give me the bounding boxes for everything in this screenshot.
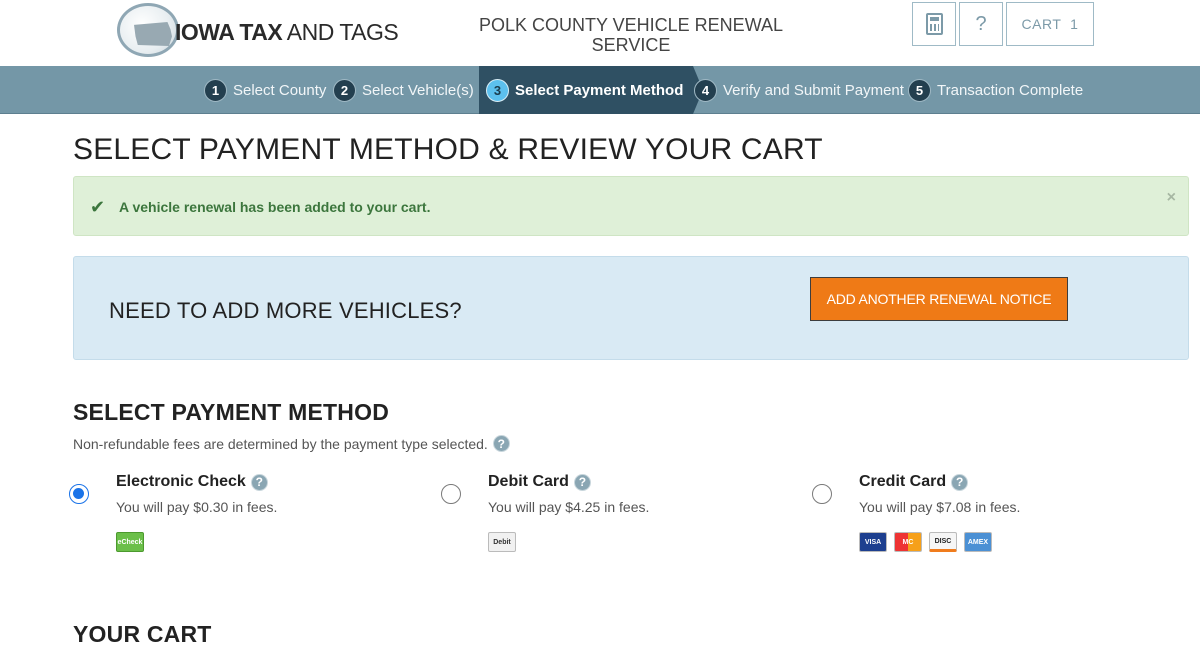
option-logos: Debit <box>488 532 516 552</box>
add-renewal-notice-button[interactable]: ADD ANOTHER RENEWAL NOTICE <box>810 277 1068 321</box>
mastercard-logo-icon: MC <box>894 532 922 552</box>
step-number: 5 <box>908 78 931 102</box>
help-icon: ? <box>975 12 987 35</box>
checkmark-icon: ✔ <box>90 197 106 217</box>
step-verify-submit[interactable]: 4 Verify and Submit Payment <box>694 66 904 114</box>
help-icon[interactable]: ? <box>492 435 510 452</box>
cart-button[interactable]: CART 1 <box>1006 2 1094 46</box>
payment-option-echeck[interactable]: Electronic Check ? You will pay $0.30 in… <box>69 470 389 560</box>
step-label: Verify and Submit Payment <box>723 81 904 99</box>
calculator-button[interactable] <box>912 2 956 46</box>
step-number: 3 <box>486 78 509 102</box>
help-icon[interactable]: ? <box>951 473 969 491</box>
option-logos: VISA MC DISC AMEX <box>859 532 992 552</box>
calculator-icon <box>925 13 943 35</box>
debit-card-logo-icon: Debit <box>488 532 516 552</box>
discover-logo-icon: DISC <box>929 532 957 552</box>
cart-label: CART <box>1021 16 1062 32</box>
step-number: 1 <box>204 78 227 102</box>
iowa-state-shape-icon <box>134 22 172 46</box>
payment-method-heading: SELECT PAYMENT METHOD <box>73 399 390 425</box>
success-alert: ✔ A vehicle renewal has been added to yo… <box>73 176 1189 236</box>
amex-logo-icon: AMEX <box>964 532 992 552</box>
visa-logo-icon: VISA <box>859 532 887 552</box>
alert-message: A vehicle renewal has been added to your… <box>119 199 431 215</box>
help-icon[interactable]: ? <box>573 473 591 491</box>
step-number: 4 <box>694 78 717 102</box>
note-text: Non-refundable fees are determined by th… <box>73 435 488 452</box>
step-transaction-complete[interactable]: 5 Transaction Complete <box>908 66 1083 114</box>
option-logos: eCheck <box>116 532 144 552</box>
help-button[interactable]: ? <box>959 2 1003 46</box>
step-select-county[interactable]: 1 Select County <box>204 66 326 114</box>
service-title: POLK COUNTY VEHICLE RENEWAL SERVICE <box>478 15 784 55</box>
option-fee: You will pay $7.08 in fees. <box>859 499 1021 515</box>
help-icon[interactable]: ? <box>250 473 268 491</box>
option-fee: You will pay $4.25 in fees. <box>488 499 650 515</box>
step-select-vehicles[interactable]: 2 Select Vehicle(s) <box>333 66 474 114</box>
close-icon[interactable]: × <box>1167 189 1176 207</box>
logo-emblem <box>117 3 179 57</box>
debit-radio[interactable] <box>441 484 461 504</box>
step-label: Select Vehicle(s) <box>362 81 474 99</box>
add-vehicles-title: NEED TO ADD MORE VEHICLES? <box>109 298 462 323</box>
cart-count: 1 <box>1070 16 1079 32</box>
iowa-tax-and-tags-logo[interactable]: IOWA TAX AND TAGS <box>117 3 407 59</box>
option-name: Electronic Check ? <box>116 473 268 491</box>
option-fee: You will pay $0.30 in fees. <box>116 499 278 515</box>
step-label: Select County <box>233 81 327 99</box>
step-label: Transaction Complete <box>937 81 1084 99</box>
step-label: Select Payment Method <box>515 81 684 99</box>
add-vehicles-panel: NEED TO ADD MORE VEHICLES? ADD ANOTHER R… <box>73 256 1189 360</box>
page-title: SELECT PAYMENT METHOD & REVIEW YOUR CART <box>73 133 823 166</box>
payment-option-credit[interactable]: Credit Card ? You will pay $7.08 in fees… <box>812 470 1152 560</box>
your-cart-heading: YOUR CART <box>73 621 212 647</box>
credit-radio[interactable] <box>812 484 832 504</box>
payment-option-debit[interactable]: Debit Card ? You will pay $4.25 in fees.… <box>441 470 761 560</box>
payment-fee-note: Non-refundable fees are determined by th… <box>73 435 510 452</box>
option-name: Debit Card ? <box>488 473 591 491</box>
site-header: IOWA TAX AND TAGS POLK COUNTY VEHICLE RE… <box>0 0 1200 66</box>
step-select-payment-method[interactable]: 3 Select Payment Method <box>479 66 704 114</box>
step-number: 2 <box>333 78 356 102</box>
echeck-radio[interactable] <box>69 484 89 504</box>
option-name: Credit Card ? <box>859 473 969 491</box>
logo-text: IOWA TAX AND TAGS <box>175 19 399 45</box>
echeck-logo-icon: eCheck <box>116 532 144 552</box>
progress-steps-bar: 1 Select County 2 Select Vehicle(s) 3 Se… <box>0 66 1200 114</box>
